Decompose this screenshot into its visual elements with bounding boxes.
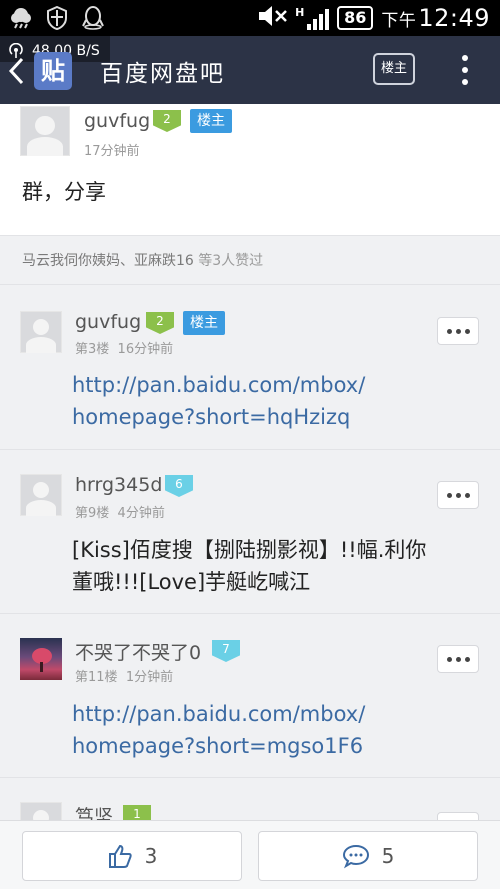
floor-number: 第3楼 [75,342,110,357]
menu-dot-icon [462,55,468,61]
level-badge: 2 [146,312,174,334]
original-post: guvfug 2 楼主 17分钟前 群，分享 [0,104,500,236]
reply-author-name[interactable]: guvfug [75,311,141,333]
status-bar: H 86 下午12:49 [0,0,500,36]
post-author-name[interactable]: guvfug [84,110,150,132]
like-button[interactable]: 3 [22,831,242,881]
reply-more-button[interactable] [437,317,479,345]
network-type-label: H [295,6,305,19]
reply-author-name[interactable]: 不哭了不哭了0 [75,638,201,665]
reply-floor-next: 笃坚 1 [0,778,500,820]
thumbs-up-icon [108,844,132,868]
comment-button[interactable]: 5 [258,831,478,881]
reply-meta: 第11楼 1分钟前 [75,666,173,685]
reply-time: 16分钟前 [117,342,174,357]
floor-number: 第11楼 [75,670,118,685]
weather-icon [8,6,34,30]
level-badge: 6 [165,475,193,497]
comment-count: 5 [381,844,395,868]
clock-time: 12:49 [418,4,490,32]
chevron-left-icon [8,57,24,85]
avatar[interactable] [20,474,62,516]
reply-meta: 第9楼 4分钟前 [75,502,165,521]
battery-indicator: 86 [337,6,374,30]
tieba-logo[interactable]: 贴 [34,52,72,90]
comment-bubble-icon [342,844,369,869]
level-badge: 2 [153,110,181,132]
only-owner-button[interactable]: 楼主 [373,53,415,85]
post-body: 群，分享 [22,180,106,204]
thread-content: guvfug 2 楼主 17分钟前 群，分享 马云我伺你姨妈、亚麻跌16 等3人… [0,104,500,820]
level-badge: 7 [212,640,240,662]
reply-link[interactable]: http://pan.baidu.com/mbox/ homepage?shor… [72,369,365,433]
bottom-action-bar: 3 5 [0,820,500,889]
post-time: 17分钟前 [84,144,140,159]
like-count: 3 [144,844,158,868]
clock: 下午12:49 [381,4,490,32]
liked-by-count: 等3人赞过 [193,253,264,269]
reply-floor-9: hrrg345d 6 第9楼 4分钟前 [Kiss]佰度搜【捌陆捌影视】!!幅.… [0,450,500,614]
avatar[interactable] [20,802,62,820]
reply-author-name[interactable]: hrrg345d [75,474,162,496]
avatar[interactable] [20,311,62,353]
likes-summary[interactable]: 马云我伺你姨妈、亚麻跌16 等3人赞过 [22,250,263,270]
reply-floor-11: 不哭了不哭了0 7 第11楼 1分钟前 http://pan.baidu.com… [0,614,500,778]
reply-more-button[interactable] [437,645,479,673]
reply-time: 1分钟前 [125,670,174,685]
reply-floor-3: guvfug 2 楼主 第3楼 16分钟前 http://pan.baidu.c… [0,285,500,450]
clock-period: 下午 [381,11,417,31]
reply-time: 4分钟前 [117,506,165,521]
shield-icon [44,6,70,30]
owner-tag: 楼主 [183,311,225,335]
top-nav-bar: 48.00 B/S 贴 百度网盘吧 楼主 [0,36,500,104]
owner-tag: 楼主 [190,109,232,133]
reply-more-button[interactable] [437,812,479,820]
back-button[interactable] [6,56,28,86]
level-badge: 1 [123,805,151,820]
signal-icon: H [295,6,330,30]
qq-penguin-icon [80,6,106,30]
reply-more-button[interactable] [437,481,479,509]
floor-number: 第9楼 [75,506,110,521]
reply-author-name[interactable]: 笃坚 [75,802,113,820]
mute-icon [257,4,289,32]
avatar[interactable] [20,106,70,156]
menu-dot-icon [462,67,468,73]
page-title[interactable]: 百度网盘吧 [100,54,225,88]
avatar[interactable] [20,638,62,680]
overflow-menu-button[interactable] [455,52,475,88]
reply-link[interactable]: http://pan.baidu.com/mbox/ homepage?shor… [72,698,365,762]
menu-dot-icon [462,79,468,85]
liked-by-names: 马云我伺你姨妈、亚麻跌16 [22,253,194,269]
reply-meta: 第3楼 16分钟前 [75,338,173,357]
reply-body: [Kiss]佰度搜【捌陆捌影视】!!幅.利你 董哦!!![Love]芋艇屹喊江 [72,538,427,594]
